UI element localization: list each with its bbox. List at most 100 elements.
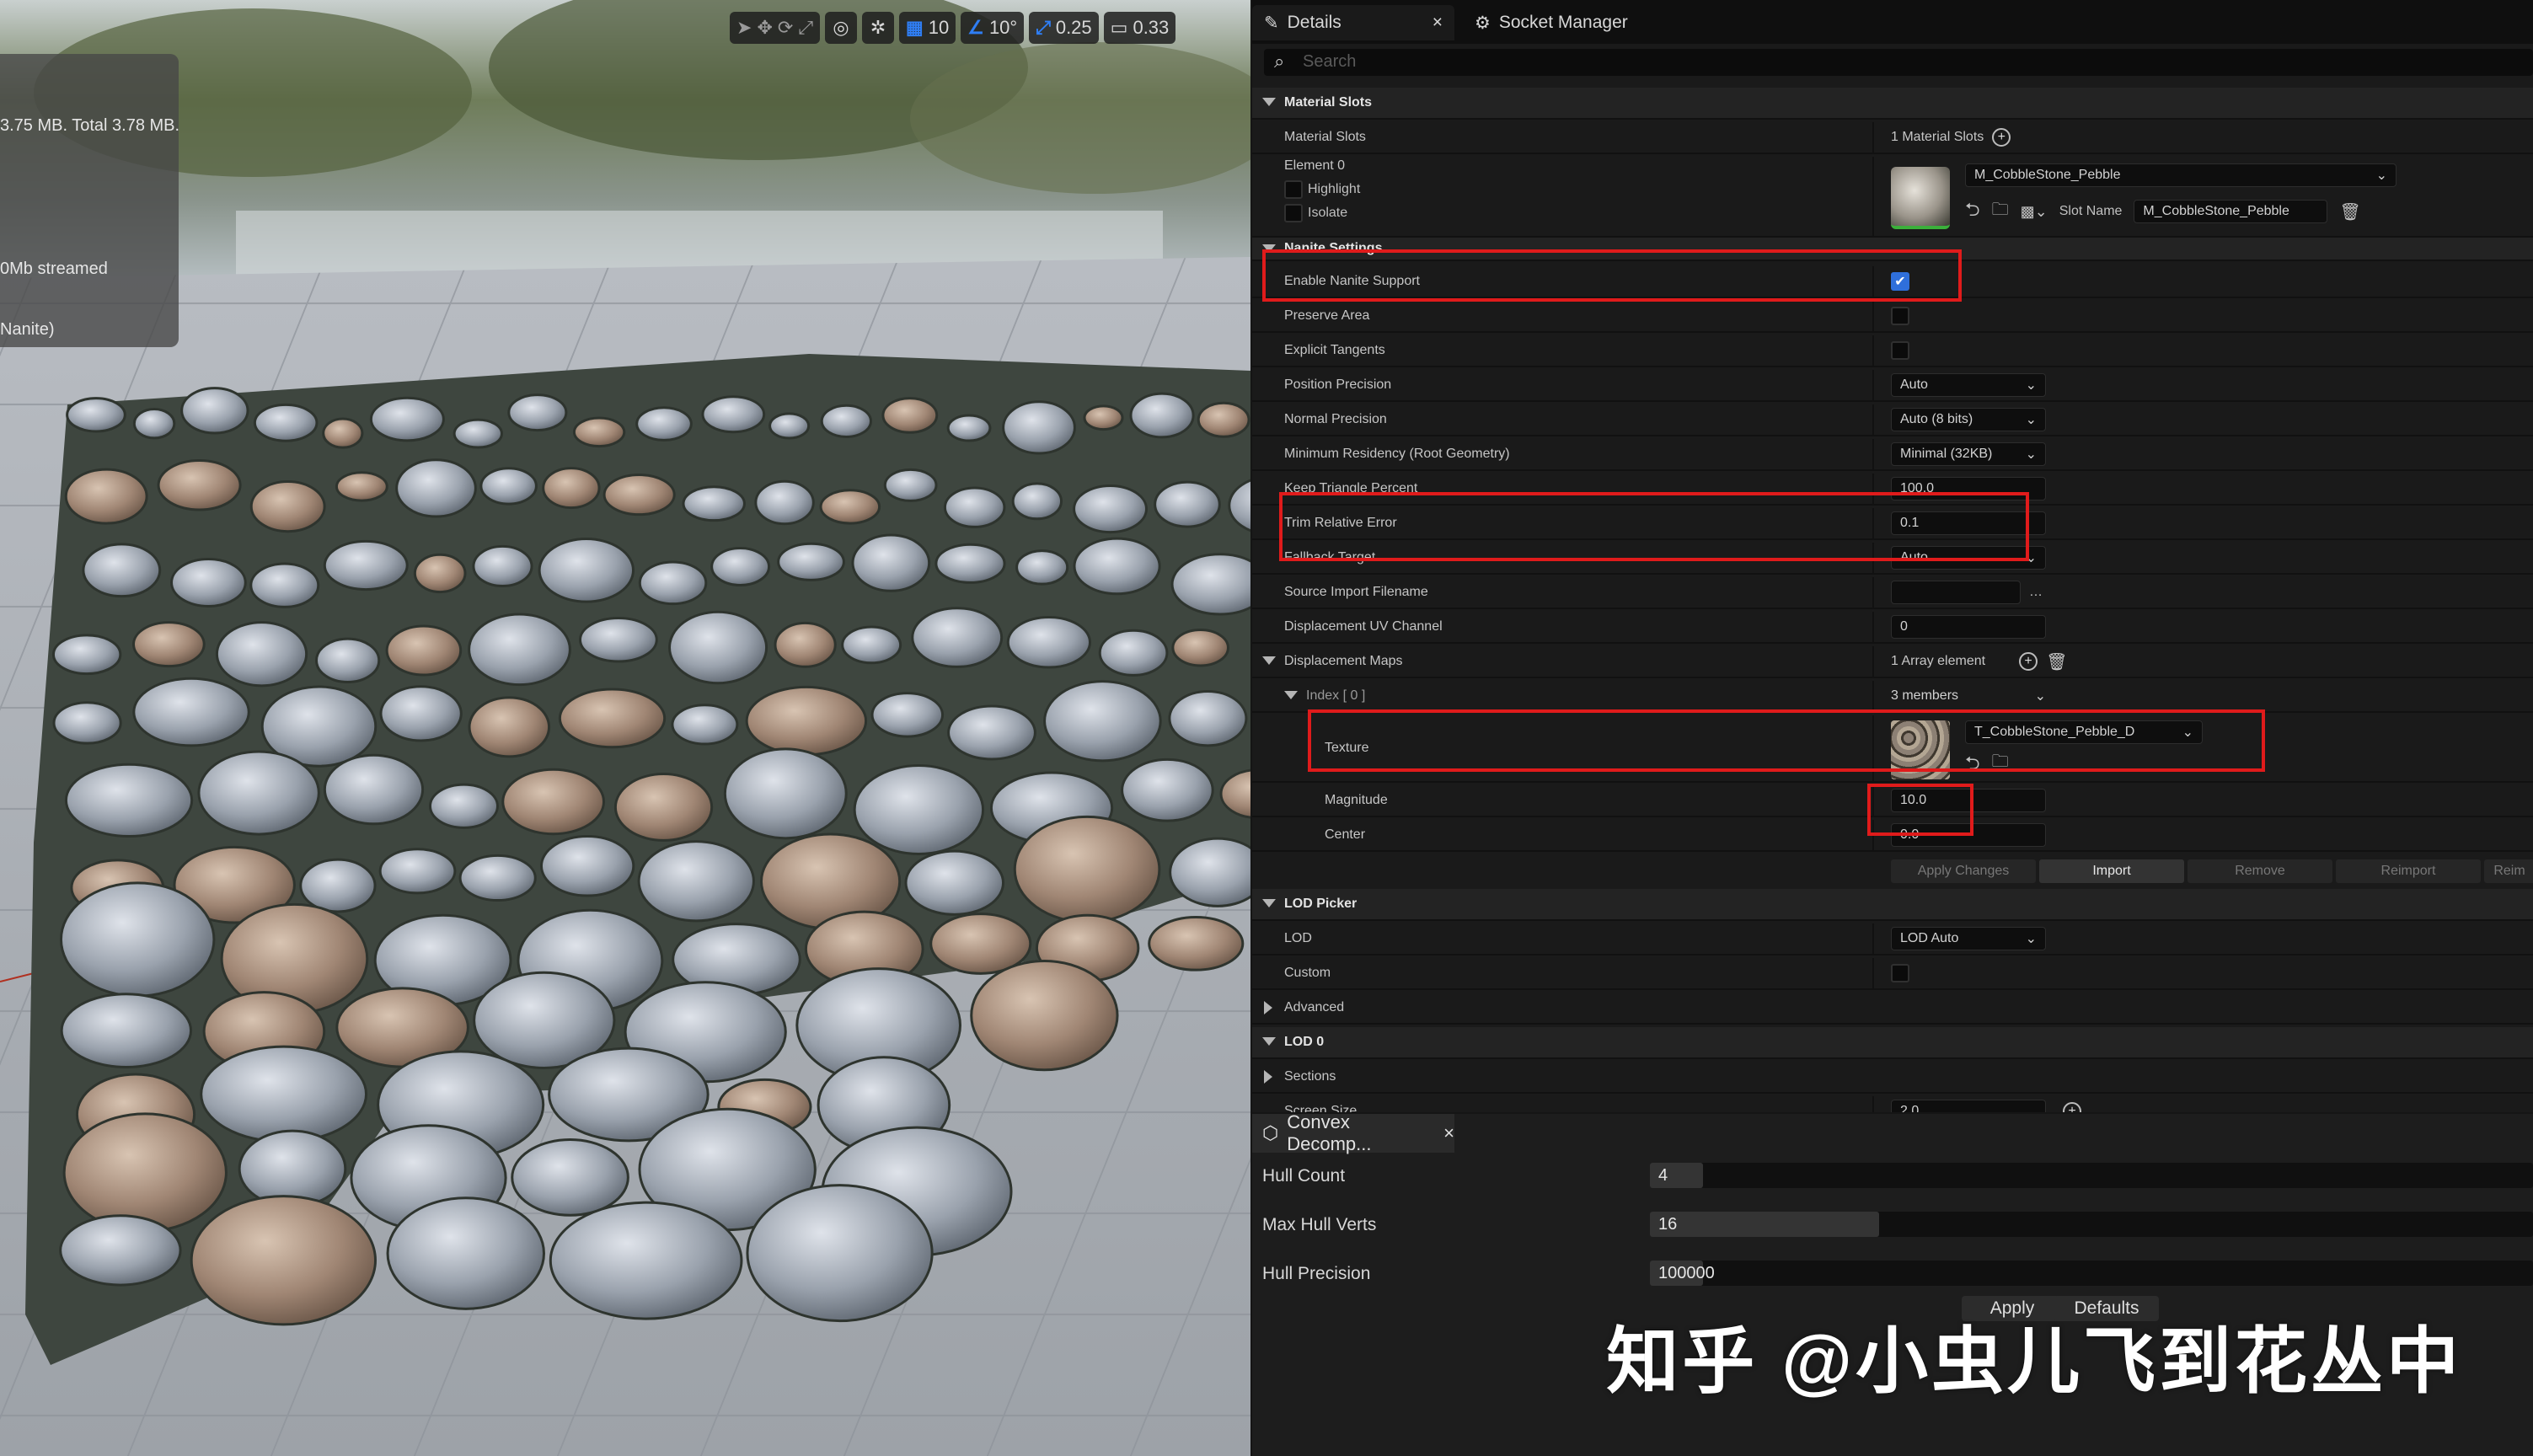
material-options-icon[interactable]: ▩⌄: [2021, 203, 2048, 221]
stats-streamed: 0Mb streamed: [0, 260, 108, 278]
viewport-toolbar: ➤ ✥ ⟳ ⤢ ◎ ✲ ▦ 10 ∠ 10° ⤢ 0.25 ▭ 0.33: [730, 10, 1176, 46]
level-viewport[interactable]: 3.75 MB. Total 3.78 MB. 0Mb streamed Nan…: [0, 0, 1250, 1456]
scale-icon[interactable]: ⤢: [798, 17, 813, 39]
cobblestone: [197, 750, 320, 836]
position-precision-dropdown[interactable]: Auto ⌄: [1891, 373, 2046, 397]
material-slot-count: 1 Material Slots: [1891, 130, 1984, 144]
cobblestone: [60, 993, 193, 1068]
row-hull-count: Hull Count 4: [1252, 1158, 2533, 1195]
index-members-dropdown[interactable]: 3 members ⌄: [1891, 684, 2046, 708]
category-lod0[interactable]: LOD 0: [1252, 1027, 2533, 1059]
add-icon[interactable]: +: [2063, 1102, 2081, 1112]
source-import-input[interactable]: [1891, 581, 2021, 604]
details-panel: ✎ Details × ⚙ Socket Manager ⌕ Search Ma…: [1252, 0, 2533, 1112]
row-advanced[interactable]: Advanced: [1252, 993, 2533, 1025]
highlight-checkbox[interactable]: [1284, 180, 1303, 199]
cobblestone: [768, 412, 811, 440]
slot-name-input[interactable]: M_CobbleStone_Pebble: [2134, 200, 2328, 223]
browse-folder-icon[interactable]: 🗀: [1992, 197, 2009, 226]
cobblestone: [1013, 815, 1161, 923]
category-label: LOD Picker: [1284, 897, 1358, 911]
category-label: Material Slots: [1284, 95, 1373, 110]
cobblestone: [428, 783, 499, 829]
explicit-tangents-checkbox[interactable]: [1891, 341, 1909, 360]
surface-snap-icon: ✲: [870, 17, 886, 38]
more-icon[interactable]: …: [2029, 585, 2043, 600]
close-icon[interactable]: ×: [1443, 1122, 1454, 1144]
prop-label: Advanced: [1284, 1000, 1345, 1014]
tab-details[interactable]: ✎ Details ×: [1252, 5, 1454, 40]
collapse-arrow-icon[interactable]: [1264, 1001, 1272, 1014]
camera-speed-button[interactable]: ▭ 0.33: [1103, 12, 1176, 44]
import-button[interactable]: Import: [2039, 859, 2184, 883]
tab-convex-decomp[interactable]: ⬡ Convex Decomp... ×: [1252, 1111, 1454, 1154]
cobblestone: [1121, 757, 1214, 822]
category-lod-picker[interactable]: LOD Picker: [1252, 889, 2533, 921]
tab-convex-label: Convex Decomp...: [1287, 1111, 1372, 1154]
remove-button[interactable]: Remove: [2188, 859, 2332, 883]
browse-back-icon[interactable]: ⮌: [1965, 195, 1980, 228]
search-input[interactable]: ⌕ Search: [1264, 49, 2533, 76]
expand-arrow-icon[interactable]: [1262, 656, 1276, 665]
chevron-down-icon: ⌄: [2025, 932, 2037, 946]
rotation-snap-value: 10°: [988, 17, 1018, 38]
reimport-with-button[interactable]: Reim: [2484, 859, 2533, 883]
displacement-uv-input[interactable]: 0: [1891, 615, 2046, 639]
cobblestone: [190, 1195, 377, 1326]
select-arrow-icon[interactable]: ➤: [736, 17, 752, 39]
apply-changes-button[interactable]: Apply Changes: [1891, 859, 2036, 883]
cobblestone: [746, 1184, 934, 1323]
socket-icon: ⚙: [1475, 13, 1491, 33]
transform-tools[interactable]: ➤ ✥ ⟳ ⤢: [730, 12, 820, 44]
rotate-icon[interactable]: ⟳: [778, 17, 793, 39]
preserve-area-checkbox[interactable]: [1891, 307, 1909, 325]
expand-arrow-icon[interactable]: [1262, 899, 1276, 907]
max-hull-verts-slider[interactable]: 16: [1650, 1212, 2533, 1237]
custom-checkbox[interactable]: [1891, 964, 1909, 982]
collapse-arrow-icon[interactable]: [1264, 1070, 1272, 1084]
hull-precision-slider[interactable]: 100000: [1650, 1261, 2533, 1286]
grid-icon: ▦: [905, 17, 924, 38]
cobblestone: [314, 637, 381, 684]
expand-arrow-icon[interactable]: [1262, 1037, 1276, 1046]
cobblestone: [157, 458, 242, 511]
tab-socket-manager[interactable]: ⚙ Socket Manager: [1463, 5, 1665, 40]
cobblestone: [1197, 401, 1250, 438]
hull-count-slider[interactable]: 4: [1650, 1163, 2533, 1188]
coordinate-space-button[interactable]: ◎: [824, 12, 857, 44]
expand-arrow-icon[interactable]: [1284, 691, 1298, 699]
delete-icon[interactable]: 🗑: [2046, 651, 2067, 672]
scale-snap-button[interactable]: ⤢ 0.25: [1029, 12, 1099, 44]
cobblestone: [1083, 404, 1124, 431]
cobblestone: [777, 542, 845, 581]
lod-dropdown[interactable]: LOD Auto ⌄: [1891, 927, 2046, 950]
chevron-down-icon: ⌄: [2025, 378, 2037, 393]
rotation-snap-button[interactable]: ∠ 10°: [961, 12, 1025, 44]
add-slot-icon[interactable]: +: [1992, 128, 2011, 147]
row-position-precision: Position Precision Auto ⌄: [1252, 370, 2533, 402]
material-dropdown[interactable]: M_CobbleStone_Pebble ⌄: [1965, 163, 2396, 187]
material-thumbnail[interactable]: [1891, 167, 1950, 229]
cobblestone: [335, 471, 388, 502]
isolate-checkbox[interactable]: [1284, 204, 1303, 222]
expand-arrow-icon[interactable]: [1262, 98, 1276, 106]
delete-icon[interactable]: 🗑: [2339, 201, 2360, 222]
cobblestone: [723, 747, 848, 840]
move-icon[interactable]: ✥: [757, 17, 772, 39]
normal-precision-dropdown[interactable]: Auto (8 bits) ⌄: [1891, 408, 2046, 431]
highlight-label: Highlight: [1308, 182, 1361, 196]
row-displacement-maps: Displacement Maps 1 Array element + 🗑: [1252, 646, 2533, 678]
close-icon[interactable]: ×: [1433, 13, 1443, 33]
add-element-icon[interactable]: +: [2019, 652, 2038, 671]
min-residency-dropdown[interactable]: Minimal (32KB) ⌄: [1891, 442, 2046, 466]
category-material-slots[interactable]: Material Slots: [1252, 88, 2533, 120]
dropdown-value: 3 members: [1891, 688, 1959, 703]
grid-snap-button[interactable]: ▦ 10: [898, 12, 956, 44]
surface-snap-button[interactable]: ✲: [861, 12, 894, 44]
screen-size-input[interactable]: 2.0: [1891, 1100, 2046, 1112]
row-sections[interactable]: Sections: [1252, 1062, 2533, 1094]
cobblestone: [180, 387, 249, 435]
cobblestone: [635, 406, 693, 442]
cobblestone: [82, 543, 162, 598]
reimport-button[interactable]: Reimport: [2336, 859, 2481, 883]
